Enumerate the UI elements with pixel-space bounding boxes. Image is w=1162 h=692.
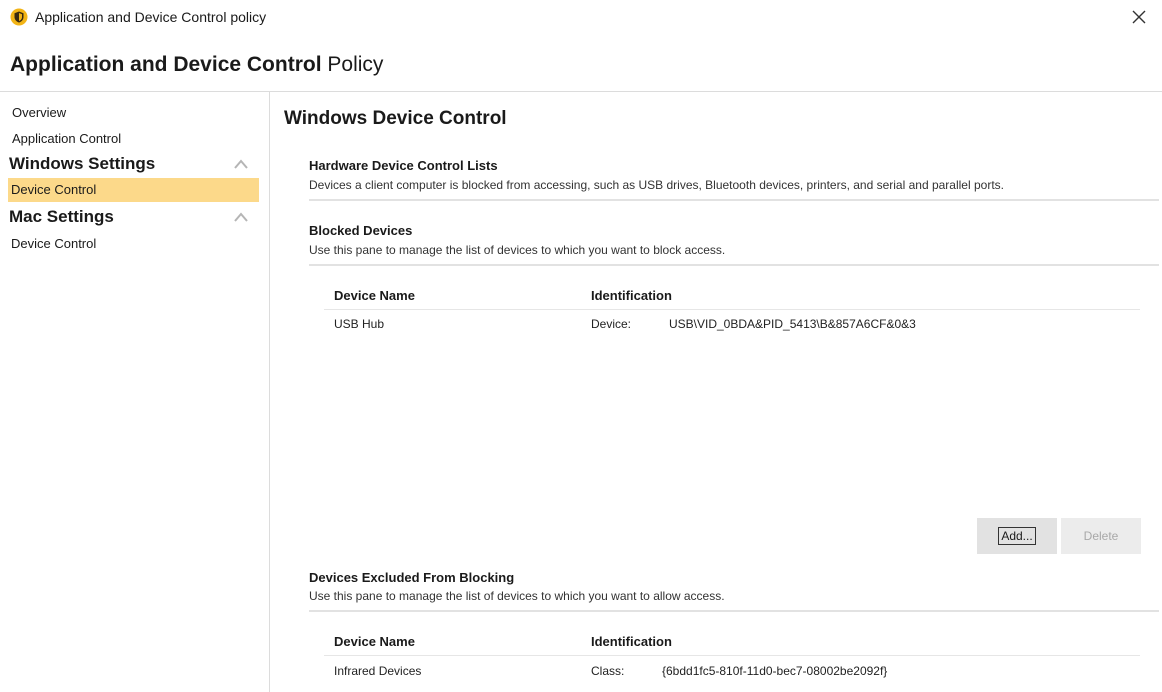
section-divider	[309, 610, 1159, 612]
device-name-cell: USB Hub	[334, 317, 385, 331]
close-icon	[1132, 10, 1146, 24]
delete-device-button[interactable]: Delete	[1061, 518, 1141, 554]
window-title: Application and Device Control policy	[35, 9, 267, 25]
excluded-devices-description: Use this pane to manage the list of devi…	[309, 589, 725, 603]
identification-value-cell: USB\VID_0BDA&PID_5413\B&857A6CF&0&3	[669, 317, 916, 331]
policy-title-bold: Application and Device Control	[10, 53, 322, 76]
blocked-devices-description: Use this pane to manage the list of devi…	[309, 243, 726, 257]
policy-title-rest: Policy	[321, 53, 384, 76]
sidebar-group-label: Mac Settings	[9, 207, 114, 226]
main-content: Windows Device Control Hardware Device C…	[284, 92, 1159, 692]
sidebar-group-label: Windows Settings	[9, 154, 156, 173]
sidebar-item-mac-device-control[interactable]: Device Control	[8, 232, 259, 256]
close-button[interactable]	[1126, 4, 1152, 30]
add-device-button[interactable]: Add...	[977, 518, 1057, 554]
sidebar-item-windows-device-control[interactable]: Device Control	[8, 178, 259, 202]
section-divider	[309, 264, 1159, 266]
sidebar-group-mac-settings[interactable]: Mac Settings	[8, 204, 259, 230]
shield-logo-icon	[10, 8, 28, 26]
excluded-devices-title: Devices Excluded From Blocking	[309, 570, 515, 585]
blocked-devices-title: Blocked Devices	[309, 223, 413, 238]
chevron-up-icon[interactable]	[233, 158, 249, 170]
title-bar: Application and Device Control policy	[0, 0, 1162, 34]
chevron-up-icon[interactable]	[233, 211, 249, 223]
section-divider	[309, 199, 1159, 201]
hardware-section-title: Hardware Device Control Lists	[309, 158, 498, 173]
device-name-cell: Infrared Devices	[334, 664, 422, 678]
sidebar-nav: Overview Application Control Windows Set…	[0, 92, 270, 692]
add-button-label: Add...	[998, 527, 1036, 545]
table-header-divider	[324, 655, 1140, 656]
identification-type-cell: Class:	[591, 664, 625, 678]
sidebar-group-windows-settings[interactable]: Windows Settings	[8, 151, 259, 177]
column-header-identification[interactable]: Identification	[591, 288, 672, 303]
sidebar-item-application-control[interactable]: Application Control	[8, 127, 259, 151]
column-header-identification[interactable]: Identification	[591, 634, 672, 649]
table-header-divider	[324, 309, 1140, 310]
hardware-section-description: Devices a client computer is blocked fro…	[309, 178, 1004, 192]
identification-type-cell: Device:	[591, 317, 632, 331]
policy-title: Application and Device Control Policy	[10, 53, 383, 77]
sidebar-item-overview[interactable]: Overview	[8, 101, 259, 125]
column-header-device-name[interactable]: Device Name	[334, 634, 415, 649]
column-header-device-name[interactable]: Device Name	[334, 288, 415, 303]
page-title: Windows Device Control	[284, 108, 507, 129]
identification-value-cell: {6bdd1fc5-810f-11d0-bec7-08002be2092f}	[662, 664, 888, 678]
